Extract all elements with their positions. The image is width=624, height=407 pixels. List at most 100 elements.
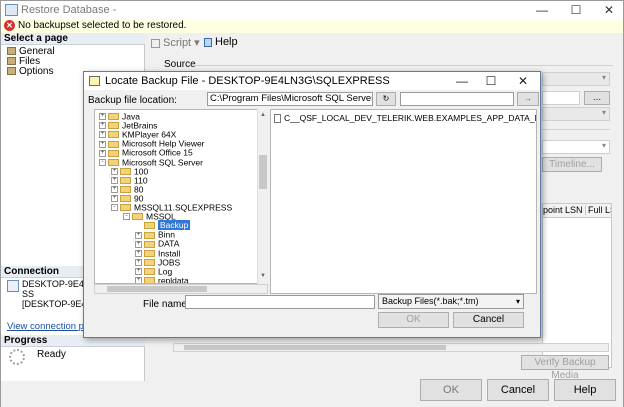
window-title-bar: Restore Database - — ☐ ✕ [1,1,623,19]
tree-item-label: repldata [158,275,189,284]
dialog-cancel-button[interactable]: Cancel [453,312,524,328]
tree-hscroll-thumb[interactable] [107,286,207,292]
file-list: C__QSF_LOCAL_DEV_TELERIK.WEB.EXAMPLES_AP… [270,109,537,294]
folder-icon [120,195,131,203]
file-item[interactable]: C__QSF_LOCAL_DEV_TELERIK.WEB.EXAMPLES_AP… [274,113,536,124]
folder-icon [144,277,155,283]
help-button[interactable]: Help [554,379,616,401]
maximize-button[interactable]: ☐ [562,1,590,19]
folder-icon [108,131,119,139]
ok-button[interactable]: OK [420,379,482,401]
expand-icon[interactable]: + [111,176,118,184]
expand-icon[interactable]: + [111,186,118,194]
server-icon [7,280,19,292]
expand-icon[interactable]: + [99,131,106,139]
browse-device-button[interactable]: ... [584,91,610,105]
expand-icon[interactable]: + [135,267,142,275]
folder-icon [144,258,155,266]
expand-icon[interactable]: + [111,195,118,203]
tree-scrollbar-thumb[interactable] [259,155,267,189]
refresh-location-button[interactable]: ↻ [376,92,396,106]
progress-spinner-icon [9,349,25,365]
expand-icon[interactable]: + [99,113,106,121]
source-database-select[interactable]: ▾ [542,107,610,121]
database-select[interactable]: ▾ [542,72,610,86]
device-field[interactable] [542,91,580,105]
expand-icon[interactable]: + [99,122,106,130]
minimize-button[interactable]: — [528,1,556,19]
refresh-icon: ↻ [382,94,390,103]
folder-icon [120,176,131,184]
search-field[interactable] [400,92,514,106]
script-button[interactable]: Script ▾ [151,36,200,49]
page-icon [7,57,16,66]
dialog-maximize-button[interactable]: ☐ [478,72,504,90]
folder-icon [144,249,155,257]
collapse-icon[interactable]: - [123,213,130,221]
select-page-header: Select a page [1,33,145,45]
column-header-full-lsn[interactable]: Full LS [585,205,611,215]
collapse-icon[interactable]: - [111,204,118,212]
warning-message: No backupset selected to be restored. [18,20,187,31]
file-type-select[interactable]: Backup Files(*.bak;*.tm) ▾ [378,294,524,309]
cancel-button[interactable]: Cancel [487,379,549,401]
column-header-point-lsn[interactable]: point LSN [543,205,583,215]
tree-item[interactable]: + repldata [135,275,189,284]
view-connection-properties-link[interactable]: View connection pro [7,321,92,332]
expand-icon[interactable]: + [99,140,106,148]
tree-item[interactable]: - Microsoft SQL Server [99,157,203,167]
page-icon [7,47,16,56]
dialog-title: Locate Backup File - DESKTOP-9E4LN3G\SQL… [105,75,390,87]
folder-icon [120,204,131,212]
tree-vertical-scrollbar[interactable]: ▲ ▼ [257,109,268,284]
expand-icon[interactable]: + [99,149,106,157]
folder-tree: + Java + JetBrains + KMPlayer 64X + Microsoft H… [94,109,268,284]
folder-icon [120,167,131,175]
grid-horizontal-scrollbar[interactable] [173,343,609,352]
database-icon [5,4,18,16]
help-toolbar-button[interactable]: Help [204,36,238,48]
warning-bar: ✕ No backupset selected to be restored. [1,19,623,33]
folder-icon [144,267,155,275]
folder-icon [144,240,155,248]
expand-icon[interactable]: + [135,249,142,257]
target-database-select[interactable]: ▾ [542,140,610,154]
dialog-title-bar: Locate Backup File - DESKTOP-9E4LN3G\SQL… [84,72,540,90]
close-button[interactable]: ✕ [595,1,623,19]
backup-location-field[interactable]: C:\Program Files\Microsoft SQL Server\MS… [207,92,373,106]
backup-location-label: Backup file location: [88,95,177,106]
expand-icon[interactable]: + [135,240,142,248]
connection-server-suffix: SS [22,289,35,299]
scroll-down-icon[interactable]: ▼ [260,273,266,279]
folder-icon [132,213,143,221]
folder-icon [144,231,155,239]
arrow-right-icon: → [524,94,532,103]
file-name-label: File name: [143,299,190,310]
collapse-icon[interactable]: - [99,158,106,166]
timeline-button[interactable]: Timeline... [542,157,602,172]
folder-icon [108,122,119,130]
dialog-close-button[interactable]: ✕ [510,72,536,90]
page-item-options[interactable]: Options [7,66,53,77]
search-button[interactable]: → [517,92,539,106]
chevron-down-icon: ▾ [515,297,520,306]
expand-icon[interactable]: + [111,167,118,175]
source-label: Source [164,59,196,70]
expand-icon[interactable]: + [135,277,142,283]
file-name-field[interactable] [185,295,375,309]
script-icon [151,38,160,48]
help-icon [204,37,212,47]
expand-icon[interactable]: + [135,258,142,266]
folder-icon [120,186,131,194]
toolbar: Script ▾ Help [147,33,623,51]
scrollbar-thumb[interactable] [184,345,446,350]
expand-icon[interactable]: + [135,231,142,239]
folder-icon [108,113,119,121]
destination-divider [542,129,610,130]
dialog-ok-button[interactable]: OK [378,312,449,328]
verify-backup-media-button[interactable]: Verify Backup Media [521,355,609,381]
page-icon [7,67,16,76]
tree-horizontal-scrollbar[interactable] [94,284,268,294]
scroll-up-icon[interactable]: ▲ [260,112,266,118]
dialog-minimize-button[interactable]: — [449,72,475,90]
